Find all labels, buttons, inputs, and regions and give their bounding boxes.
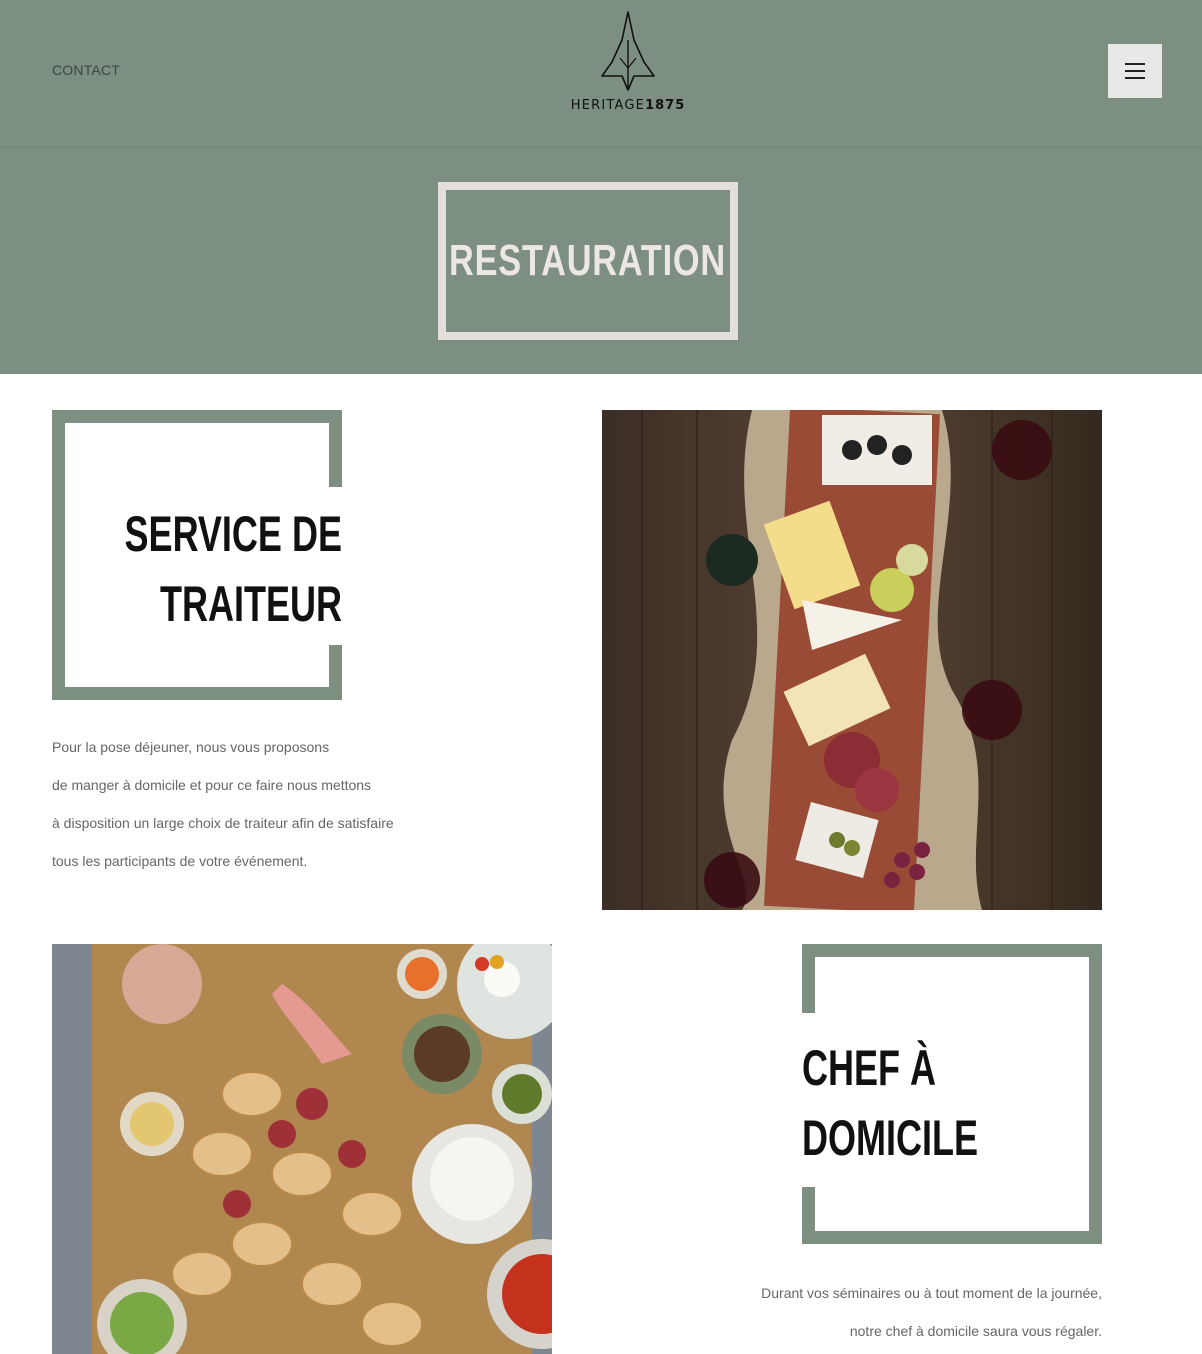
traiteur-title-frame: SERVICE DE TRAITEUR <box>52 410 343 700</box>
traiteur-description: Pour la pose déjeuner, nous vous proposo… <box>52 739 394 869</box>
banner-frame: RESTAURATION <box>438 182 738 340</box>
tree-logo-icon <box>601 11 655 91</box>
antipasti-platter-photo <box>52 944 552 1354</box>
chef-description: Durant vos séminaires ou à tout moment d… <box>761 1285 1102 1339</box>
site-header: CONTACT HERITAGE1875 <box>0 0 1202 146</box>
section-title-chef: CHEF À DOMICILE <box>802 1040 978 1166</box>
charcuterie-board-photo <box>602 410 1102 910</box>
logo-wordmark: HERITAGE1875 <box>570 98 686 113</box>
hero-banner: RESTAURATION <box>0 146 1202 374</box>
heritage-logo[interactable]: HERITAGE1875 <box>570 10 686 120</box>
contact-link[interactable]: CONTACT <box>52 62 120 78</box>
banner-title: RESTAURATION <box>449 236 727 285</box>
chef-title-frame: CHEF À DOMICILE <box>802 944 1102 1244</box>
hamburger-menu-icon <box>1125 63 1145 65</box>
menu-button[interactable] <box>1108 44 1162 98</box>
section-title-traiteur: SERVICE DE TRAITEUR <box>124 506 342 632</box>
